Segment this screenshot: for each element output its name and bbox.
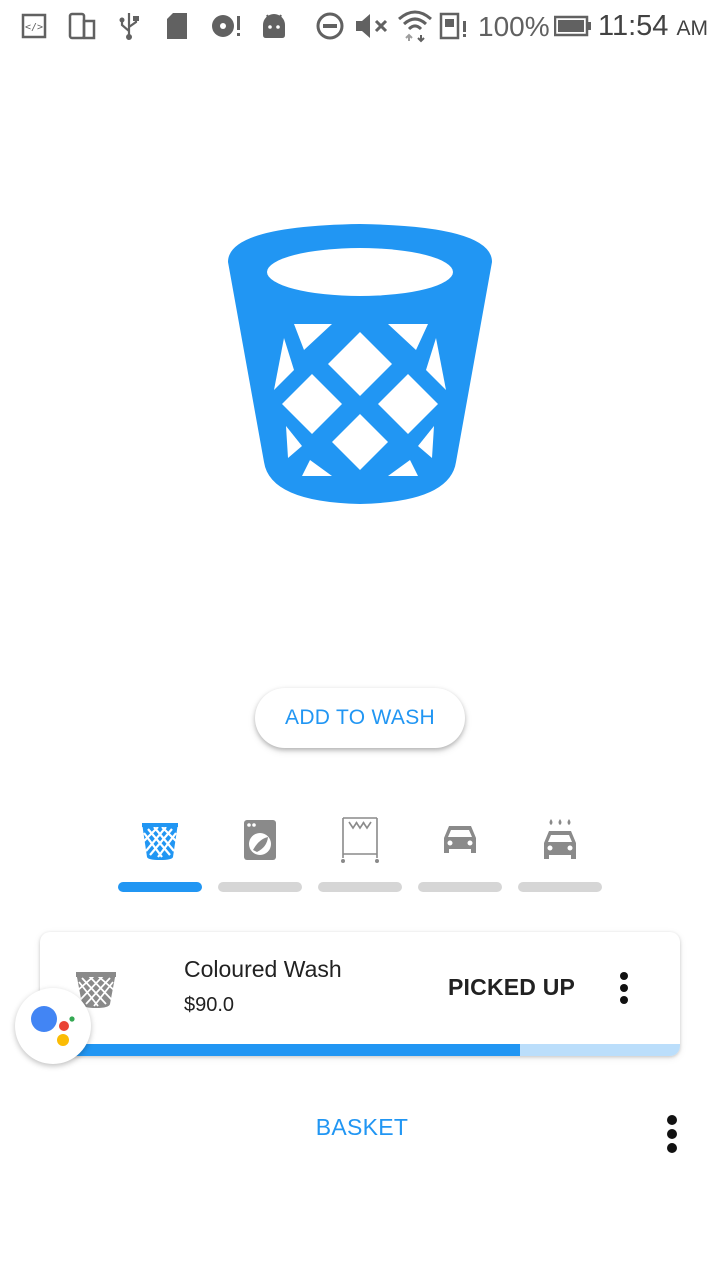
- android-icon: [260, 8, 288, 44]
- order-status: PICKED UP: [448, 974, 576, 1000]
- more-vert-icon: [620, 972, 628, 980]
- step-wash[interactable]: [218, 812, 302, 894]
- step-indicator: [118, 882, 202, 892]
- step-indicator: [318, 882, 402, 892]
- step-indicator: [518, 882, 602, 892]
- assistant-icon: [31, 1006, 75, 1046]
- washing-machine-icon: [218, 812, 302, 868]
- step-basket[interactable]: [118, 812, 202, 894]
- order-progress: [40, 1044, 680, 1056]
- code-icon: </>: [20, 8, 48, 44]
- basket-icon: [118, 812, 202, 868]
- step-indicator: [418, 882, 502, 892]
- step-dry[interactable]: [318, 812, 402, 894]
- more-vert-icon: [667, 1115, 677, 1125]
- step-car-wash[interactable]: [518, 812, 602, 894]
- order-price: $90.0: [184, 994, 235, 1016]
- assistant-button[interactable]: [15, 988, 91, 1064]
- svg-text:</>: </>: [25, 22, 43, 33]
- disk-alert-icon: [208, 8, 244, 44]
- sim-alert-icon: [438, 8, 470, 44]
- usb-icon: [116, 8, 142, 44]
- battery-icon: [554, 8, 592, 44]
- order-card[interactable]: Coloured Wash $90.0 PICKED UP: [40, 932, 680, 1056]
- car-wash-icon: [518, 812, 602, 868]
- do-not-disturb-icon: [314, 8, 346, 44]
- laundry-basket-icon: [222, 220, 498, 510]
- delivery-car-icon: [418, 812, 502, 868]
- add-to-wash-button[interactable]: ADD TO WASH: [255, 688, 465, 748]
- more-vert-dot: [620, 996, 628, 1004]
- more-vert-dot: [667, 1129, 677, 1139]
- more-vert-dot: [667, 1143, 677, 1153]
- mute-icon: [352, 8, 390, 44]
- progress-steps: [118, 812, 602, 894]
- order-title: Coloured Wash: [184, 956, 342, 982]
- clothes-rack-icon: [318, 812, 402, 868]
- more-options-button[interactable]: [656, 1112, 688, 1156]
- status-bar: </> 100% 11:54 AM: [0, 0, 720, 52]
- clock: 11:54 AM: [598, 10, 708, 42]
- battery-percent: 100%: [478, 11, 550, 42]
- more-vert-dot: [620, 984, 628, 992]
- step-indicator: [218, 882, 302, 892]
- basket-tab[interactable]: BASKET: [282, 1114, 442, 1141]
- step-delivery[interactable]: [418, 812, 502, 894]
- phone-rotate-icon: [66, 8, 98, 44]
- wifi-icon: [396, 8, 434, 44]
- sd-card-icon: [164, 8, 190, 44]
- order-menu-button[interactable]: [608, 968, 640, 1008]
- order-progress-fill: [40, 1044, 520, 1056]
